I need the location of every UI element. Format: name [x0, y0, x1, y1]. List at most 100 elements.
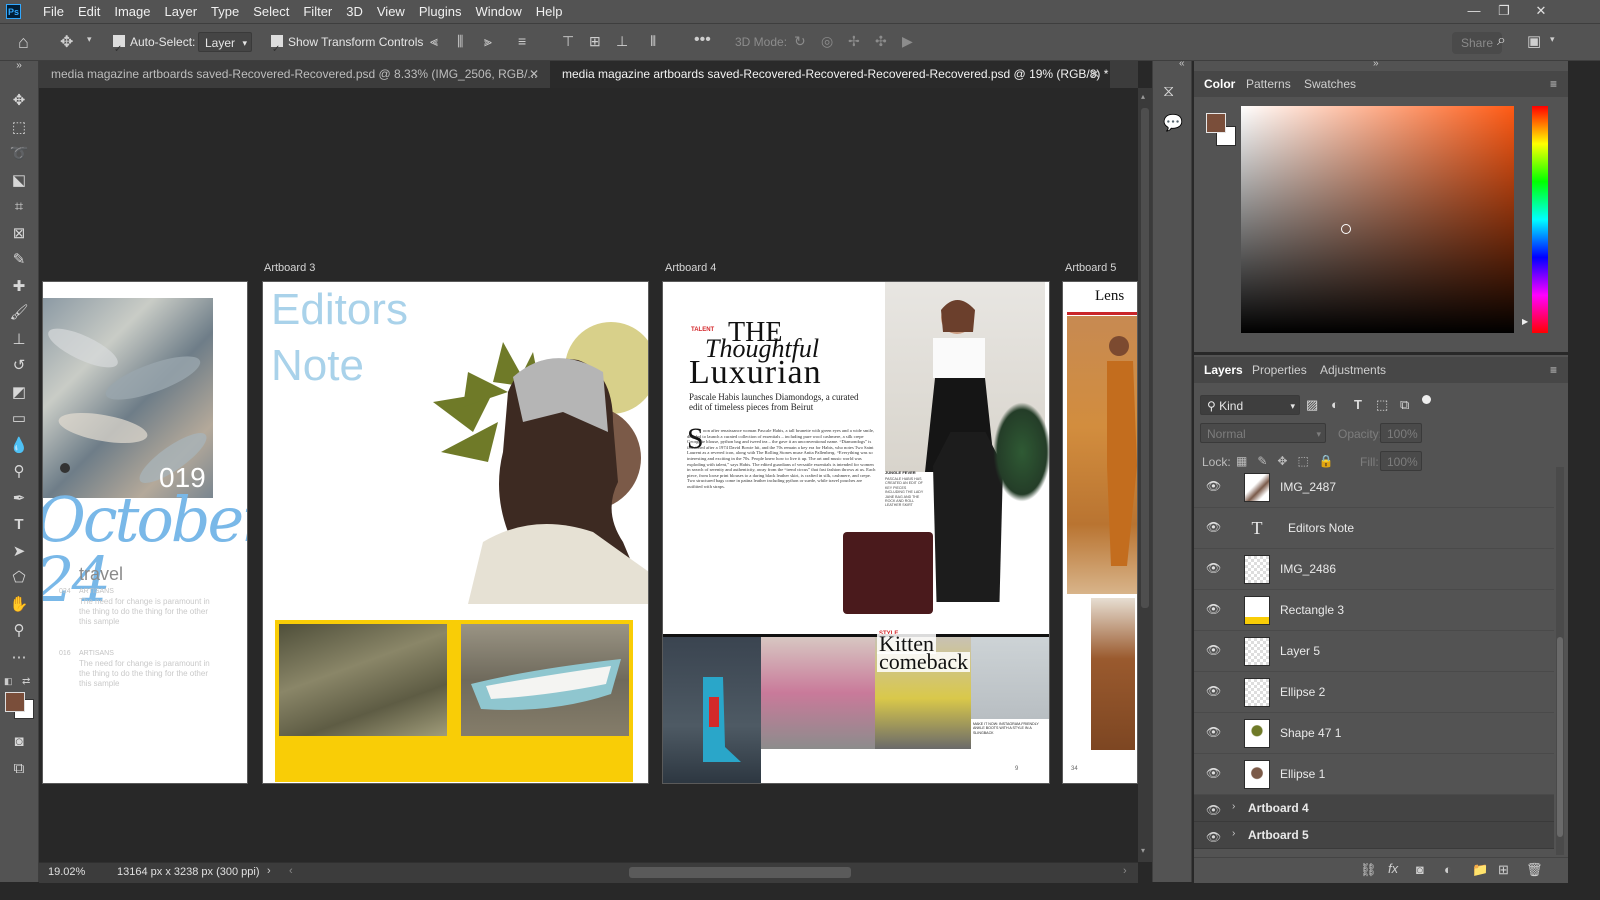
tool-preset-chevron-icon[interactable]: ▾	[87, 34, 92, 45]
blend-mode-dropdown[interactable]: Normal ▾	[1200, 423, 1326, 443]
comments-icon[interactable]: 💬	[1163, 113, 1183, 133]
visibility-eye-icon[interactable]: 👁	[1206, 603, 1221, 615]
scroll-right-icon[interactable]: ›	[1123, 865, 1127, 877]
layer-row[interactable]: 👁 IMG_2486	[1194, 549, 1554, 590]
distribute-vertical-icon[interactable]: ⦀	[650, 33, 656, 50]
more-options-icon[interactable]: •••	[694, 31, 711, 49]
workspace-icon[interactable]: ▣	[1527, 32, 1541, 50]
layer-group-row[interactable]: 👁 › Artboard 5	[1194, 822, 1554, 849]
filter-pixel-icon[interactable]: ▨	[1306, 397, 1318, 413]
zoom-tool-icon[interactable]: ⚲	[7, 620, 31, 642]
visibility-eye-icon[interactable]: 👁	[1206, 767, 1221, 779]
layer-filter-dropdown[interactable]: ⚲ Kind ▾	[1200, 395, 1300, 415]
brush-tool-icon[interactable]: 🖌	[7, 302, 31, 324]
align-left-icon[interactable]: ⫷	[430, 33, 438, 50]
menu-image[interactable]: Image	[107, 0, 157, 23]
swap-colors-icon[interactable]: ⇄	[22, 676, 32, 687]
hand-tool-icon[interactable]: ✋	[7, 594, 31, 616]
menu-window[interactable]: Window	[468, 0, 528, 23]
healing-brush-icon[interactable]: ✚	[7, 276, 31, 298]
hue-marker-icon[interactable]: ▶	[1522, 317, 1528, 326]
align-top-icon[interactable]: ⊤	[562, 33, 574, 50]
close-window-icon[interactable]: ✕	[1524, 0, 1558, 23]
align-middle-icon[interactable]: ⊞	[589, 33, 601, 50]
layer-row[interactable]: 👁 Layer 5	[1194, 631, 1554, 672]
menu-edit[interactable]: Edit	[71, 0, 107, 23]
restore-icon[interactable]: ❐	[1487, 0, 1521, 23]
filter-smart-object-icon[interactable]: ⧉	[1400, 397, 1409, 413]
fx-icon[interactable]: fx	[1388, 861, 1398, 876]
layer-row[interactable]: 👁 Ellipse 1	[1194, 754, 1554, 795]
frame-tool-icon[interactable]: ⊠	[7, 223, 31, 245]
search-icon[interactable]: ⌕	[1497, 32, 1506, 50]
layer-row[interactable]: 👁 Shape 47 1	[1194, 713, 1554, 754]
artboard-label[interactable]: Artboard 3	[264, 262, 315, 274]
visibility-eye-icon[interactable]: 👁	[1206, 644, 1221, 656]
distribute-icon[interactable]: ≡	[518, 33, 526, 49]
minimize-icon[interactable]: —	[1457, 0, 1491, 23]
marquee-tool-icon[interactable]: ⬚	[7, 117, 31, 139]
visibility-eye-icon[interactable]: 👁	[1206, 521, 1221, 533]
foreground-color-swatch[interactable]	[1206, 113, 1226, 133]
dodge-tool-icon[interactable]: ⚲	[7, 461, 31, 483]
eraser-tool-icon[interactable]: ◩	[7, 382, 31, 404]
path-select-icon[interactable]: ➤	[7, 541, 31, 563]
layer-row[interactable]: 👁 Rectangle 3	[1194, 590, 1554, 631]
panel-menu-icon[interactable]: ≡	[1550, 357, 1557, 383]
close-tab-icon[interactable]: ✕	[529, 61, 539, 88]
layer-group-row[interactable]: 👁 › Artboard 4	[1194, 795, 1554, 822]
layer-row[interactable]: 👁 IMG_2487	[1194, 467, 1554, 508]
artboard-2[interactable]: 019 October 24 travel 024 ARTISANS The n…	[42, 281, 248, 784]
scroll-up-icon[interactable]: ▴	[1141, 92, 1145, 101]
auto-select-checkbox[interactable]: Auto-Select:	[113, 24, 195, 68]
layers-scrollbar[interactable]	[1556, 467, 1564, 855]
menu-plugins[interactable]: Plugins	[412, 0, 469, 23]
tab-document-2[interactable]: media magazine artboards saved-Recovered…	[550, 61, 1110, 88]
share-button[interactable]: Share	[1452, 32, 1502, 54]
new-group-icon[interactable]: 📁	[1472, 862, 1488, 878]
crop-tool-icon[interactable]: ⌗	[7, 196, 31, 218]
foreground-color-swatch[interactable]	[5, 692, 25, 712]
artboard-3[interactable]: Editors Note	[262, 281, 649, 784]
scroll-thumb[interactable]	[1141, 108, 1149, 608]
panel-menu-icon[interactable]: ≡	[1550, 71, 1557, 97]
align-center-icon[interactable]: ⫼	[457, 33, 463, 50]
menu-help[interactable]: Help	[529, 0, 570, 23]
color-field[interactable]	[1241, 106, 1514, 333]
menu-view[interactable]: View	[370, 0, 412, 23]
tab-adjustments[interactable]: Adjustments	[1320, 357, 1386, 383]
tab-layers[interactable]: Layers	[1204, 357, 1243, 383]
artboard-label[interactable]: Artboard 4	[665, 262, 716, 274]
visibility-eye-icon[interactable]: 👁	[1206, 685, 1221, 697]
menu-file[interactable]: File	[36, 0, 71, 23]
new-layer-icon[interactable]: ⊞	[1498, 862, 1509, 878]
tab-color[interactable]: Color	[1204, 71, 1235, 97]
scroll-left-icon[interactable]: ‹	[289, 865, 293, 877]
visibility-eye-icon[interactable]: 👁	[1206, 562, 1221, 574]
move-tool-icon[interactable]: ✥	[60, 32, 73, 52]
tab-swatches[interactable]: Swatches	[1304, 71, 1356, 97]
blur-tool-icon[interactable]: 💧	[7, 435, 31, 457]
artboard-4[interactable]: TALENT THE Thoughtful Luxurian Pascale H…	[662, 281, 1050, 784]
filter-adjustment-icon[interactable]: ◐	[1331, 397, 1339, 412]
object-select-tool-icon[interactable]: ⬕	[7, 170, 31, 192]
pen-tool-icon[interactable]: ✒	[7, 488, 31, 510]
artboard-label[interactable]: Artboard 5	[1065, 262, 1116, 274]
auto-select-dropdown[interactable]: Layer ▾	[198, 32, 252, 52]
filter-type-icon[interactable]: T	[1354, 397, 1362, 412]
lasso-tool-icon[interactable]: ➰	[7, 143, 31, 165]
gradient-tool-icon[interactable]: ▭	[7, 408, 31, 430]
visibility-eye-icon[interactable]: 👁	[1206, 480, 1221, 492]
close-tab-icon[interactable]: ✕	[1090, 61, 1100, 88]
type-tool-icon[interactable]: T	[7, 514, 31, 536]
layers-scroll-thumb[interactable]	[1557, 637, 1563, 837]
workspace-chevron-icon[interactable]: ▾	[1550, 34, 1555, 45]
default-colors-icon[interactable]: ◧	[4, 676, 14, 686]
tab-document-1[interactable]: media magazine artboards saved-Recovered…	[39, 61, 549, 88]
home-icon[interactable]: ⌂	[18, 32, 29, 53]
add-mask-icon[interactable]: ◙	[1416, 862, 1424, 877]
canvas-vertical-scrollbar[interactable]: ▴ ▾	[1138, 88, 1152, 862]
expand-group-icon[interactable]: ›	[1232, 828, 1235, 839]
show-transform-checkbox[interactable]: Show Transform Controls	[271, 24, 423, 68]
eyedropper-tool-icon[interactable]: ✎	[7, 249, 31, 271]
